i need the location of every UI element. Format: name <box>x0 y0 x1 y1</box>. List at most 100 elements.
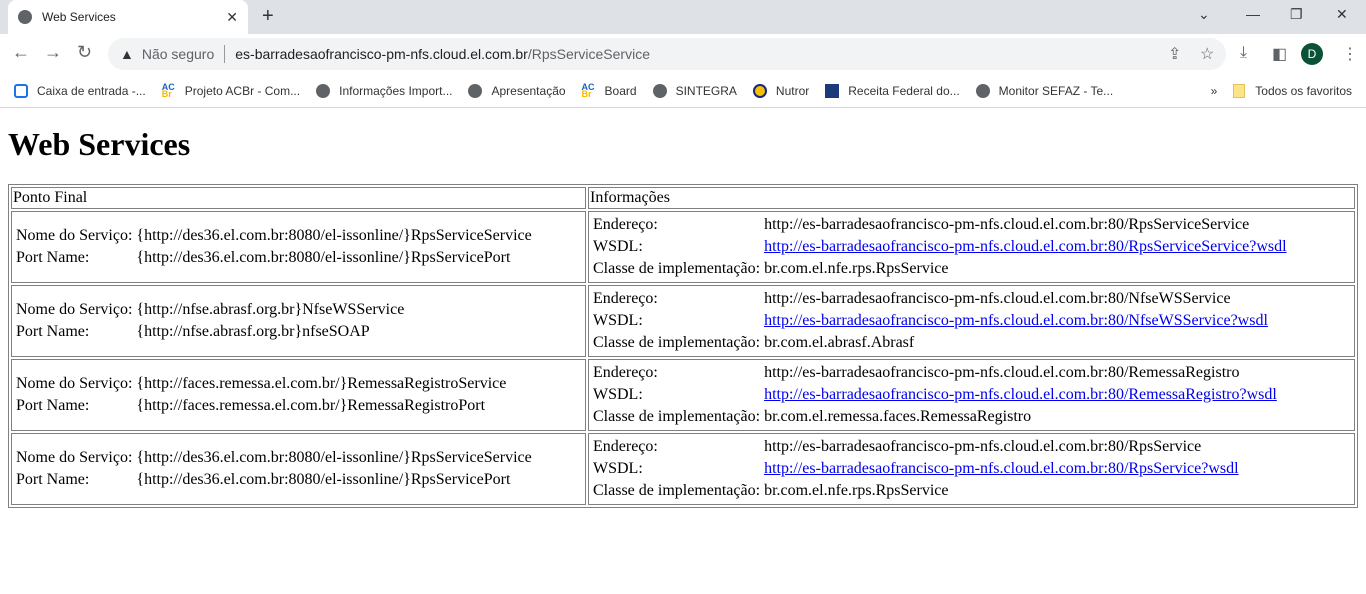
close-window-button[interactable]: ✕ <box>1336 6 1348 23</box>
service-row: Nome do Serviço: {http://des36.el.com.br:… <box>11 433 1355 505</box>
reload-icon[interactable]: ↻ <box>77 42 92 63</box>
impl-label: Classe de implementação: <box>593 482 761 499</box>
address-label: Endereço: <box>593 290 658 307</box>
wsdl-link[interactable]: http://es-barradesaofrancisco-pm-nfs.clo… <box>764 312 1268 329</box>
acbr-icon: AC Br <box>581 81 595 99</box>
acbr-icon: AC Br <box>161 81 175 99</box>
bookmark-item[interactable]: Nutror <box>752 83 810 98</box>
bookmark-item[interactable]: Informações Import... <box>316 83 453 98</box>
impl-label: Classe de implementação: <box>593 260 761 277</box>
service-row: Nome do Serviço: {http://des36.el.com.br:… <box>11 211 1355 283</box>
globe-icon <box>975 83 990 98</box>
address-bar[interactable]: ▲ Não seguro es-barradesaofrancisco-pm-n… <box>108 38 1226 70</box>
service-name: {http://faces.remessa.el.com.br/}Remessa… <box>136 375 507 392</box>
bookmark-label: Projeto ACBr - Com... <box>184 83 301 98</box>
bookmark-label: Board <box>604 83 637 98</box>
warning-icon: ▲ <box>120 46 134 62</box>
port-name: {http://des36.el.com.br:8080/el-issonlin… <box>136 249 511 266</box>
info-cell: Endereço: http://es-barradesaofrancisco-p… <box>588 359 1355 431</box>
bookmark-item[interactable]: Receita Federal do... <box>825 83 960 98</box>
wsdl-label: WSDL: <box>593 386 643 403</box>
minimize-button[interactable]: — <box>1246 6 1260 22</box>
back-icon[interactable]: ← <box>12 42 30 63</box>
security-label[interactable]: Não seguro <box>142 46 214 62</box>
globe-icon <box>468 83 483 98</box>
address-value: http://es-barradesaofrancisco-pm-nfs.clo… <box>764 290 1231 307</box>
wsdl-label: WSDL: <box>593 312 643 329</box>
port-name: {http://faces.remessa.el.com.br/}Remessa… <box>136 397 486 414</box>
endpoint-cell: Nome do Serviço: {http://faces.remessa.el… <box>11 359 586 431</box>
service-name: {http://nfse.abrasf.org.br}NfseWSService <box>136 301 405 318</box>
port-name: {http://des36.el.com.br:8080/el-issonlin… <box>136 471 511 488</box>
side-panel-icon[interactable]: ◧ <box>1272 44 1287 64</box>
more-bookmarks-icon[interactable]: » <box>1211 84 1218 98</box>
tab-web-services[interactable]: Web Services ✕ <box>8 0 248 34</box>
page-content: Web Services Ponto Final Informações Nom… <box>0 108 1366 516</box>
service-row: Nome do Serviço: {http://faces.remessa.el… <box>11 359 1355 431</box>
bookmark-label: SINTEGRA <box>675 83 737 98</box>
info-cell: Endereço: http://es-barradesaofrancisco-p… <box>588 433 1355 505</box>
globe-icon <box>652 83 667 98</box>
wsdl-link[interactable]: http://es-barradesaofrancisco-pm-nfs.clo… <box>764 238 1287 255</box>
service-label: Nome do Serviço: <box>16 449 133 466</box>
services-table: Ponto Final Informações Nome do Serviço:… <box>8 184 1358 508</box>
download-icon[interactable]: ⤓ <box>1240 44 1247 62</box>
share-icon[interactable]: ⇪ <box>1168 44 1181 64</box>
bookmark-item[interactable]: Caixa de entrada -... <box>14 83 146 98</box>
forward-icon[interactable]: → <box>44 42 62 63</box>
impl-value: br.com.el.nfe.rps.RpsService <box>764 482 949 499</box>
header-endpoint: Ponto Final <box>11 187 586 209</box>
close-tab-icon[interactable]: ✕ <box>226 9 238 26</box>
bookmark-item[interactable]: AC Br Board <box>581 81 637 99</box>
service-name: {http://des36.el.com.br:8080/el-issonlin… <box>136 227 532 244</box>
tab-bar: Web Services ✕ + ⌄ — ❐ ✕ <box>0 0 1366 34</box>
service-label: Nome do Serviço: <box>16 227 133 244</box>
menu-icon[interactable]: ⋮ <box>1342 44 1358 64</box>
nutror-icon <box>752 83 767 98</box>
toolbar: ← → ↻ ▲ Não seguro es-barradesaofrancisc… <box>0 34 1366 74</box>
info-cell: Endereço: http://es-barradesaofrancisco-p… <box>588 285 1355 357</box>
endpoint-cell: Nome do Serviço: {http://des36.el.com.br:… <box>11 211 586 283</box>
endpoint-cell: Nome do Serviço: {http://des36.el.com.br:… <box>11 433 586 505</box>
bookmark-item[interactable]: SINTEGRA <box>652 83 737 98</box>
bookmarks-bar: Caixa de entrada -... AC Br Projeto ACBr - … <box>0 74 1366 108</box>
impl-value: br.com.el.nfe.rps.RpsService <box>764 260 949 277</box>
service-label: Nome do Serviço: <box>16 301 133 318</box>
star-icon[interactable]: ☆ <box>1200 44 1214 64</box>
header-row: Ponto Final Informações <box>11 187 1355 209</box>
url-path: /RpsServiceService <box>527 46 650 62</box>
impl-label: Classe de implementação: <box>593 334 761 351</box>
address-value: http://es-barradesaofrancisco-pm-nfs.clo… <box>764 364 1240 381</box>
port-label: Port Name: <box>16 323 90 340</box>
service-name: {http://des36.el.com.br:8080/el-issonlin… <box>136 449 532 466</box>
bookmark-item[interactable]: AC Br Projeto ACBr - Com... <box>161 81 301 99</box>
wsdl-label: WSDL: <box>593 238 643 255</box>
avatar[interactable]: D <box>1301 43 1323 65</box>
address-value: http://es-barradesaofrancisco-pm-nfs.clo… <box>764 438 1202 455</box>
bookmark-label: Receita Federal do... <box>848 83 960 98</box>
wsdl-link[interactable]: http://es-barradesaofrancisco-pm-nfs.clo… <box>764 386 1277 403</box>
restore-button[interactable]: ❐ <box>1290 6 1303 23</box>
wsdl-link[interactable]: http://es-barradesaofrancisco-pm-nfs.clo… <box>764 460 1239 477</box>
port-label: Port Name: <box>16 249 90 266</box>
impl-label: Classe de implementação: <box>593 408 761 425</box>
bookmark-label: Apresentação <box>491 83 566 98</box>
port-label: Port Name: <box>16 397 90 414</box>
endpoint-cell: Nome do Serviço: {http://nfse.abrasf.org.… <box>11 285 586 357</box>
all-bookmarks[interactable]: Todos os favoritos <box>1255 84 1352 98</box>
tab-title: Web Services <box>42 10 116 24</box>
page-title: Web Services <box>8 126 191 162</box>
bookmark-label: Informações Import... <box>339 83 453 98</box>
address-label: Endereço: <box>593 438 658 455</box>
impl-value: br.com.el.remessa.faces.RemessaRegistro <box>764 408 1032 425</box>
port-label: Port Name: <box>16 471 90 488</box>
tab-search-icon[interactable]: ⌄ <box>1198 6 1210 23</box>
bookmark-item[interactable]: Apresentação <box>468 83 566 98</box>
address-label: Endereço: <box>593 364 658 381</box>
globe-icon <box>316 83 331 98</box>
header-info: Informações <box>588 187 1355 209</box>
info-cell: Endereço: http://es-barradesaofrancisco-p… <box>588 211 1355 283</box>
new-tab-button[interactable]: + <box>262 5 274 28</box>
bookmark-label: Nutror <box>775 83 810 98</box>
bookmark-item[interactable]: Monitor SEFAZ - Te... <box>975 83 1113 98</box>
